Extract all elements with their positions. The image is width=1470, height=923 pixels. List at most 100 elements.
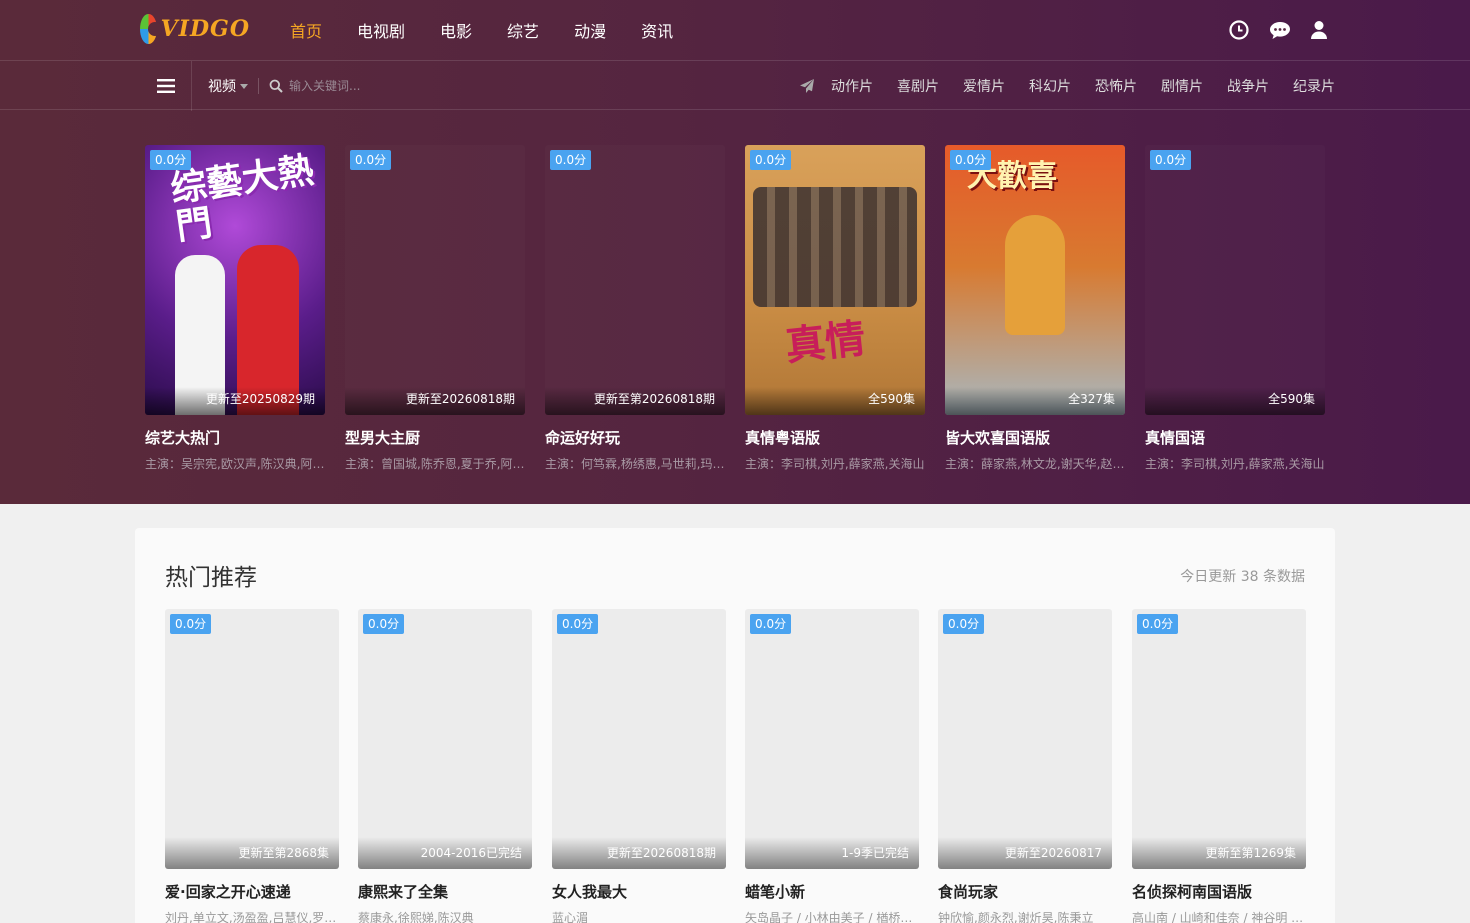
poster[interactable]: 0.0分 更新至20260818期: [552, 609, 726, 869]
recommend-panel: 热门推荐 今日更新 38 条数据 0.0分 更新至第2868集 爱·回家之开心速…: [135, 528, 1335, 923]
logo-text: VIDGO: [160, 16, 250, 42]
poster[interactable]: 综藝大熱門 0.0分 更新至20250829期: [145, 145, 325, 415]
hero-card[interactable]: 0.0分 全590集 真情国语 主演：李司棋,刘丹,薛家燕,关海山: [1145, 145, 1325, 472]
recommend-card[interactable]: 0.0分 更新至20260817 食尚玩家 钟欣愉,颜永烈,谢炘昊,陈秉立: [938, 609, 1112, 923]
recommend-card[interactable]: 0.0分 更新至第2868集 爱·回家之开心速递 刘丹,单立文,汤盈盈,吕慧仪,…: [165, 609, 339, 923]
nav-item-tv[interactable]: 电视剧: [357, 18, 405, 42]
logo-icon: [140, 14, 162, 44]
card-cast: 钟欣愉,颜永烈,谢炘昊,陈秉立: [938, 911, 1094, 923]
score-badge: 0.0分: [557, 614, 599, 635]
card-title[interactable]: 食尚玩家: [938, 881, 1112, 902]
recommend-card[interactable]: 0.0分 1-9季已完结 蜡笔小新 矢岛晶子 / 小林由美子 / 楢桥美纪: [745, 609, 919, 923]
poster[interactable]: 0.0分 全590集: [1145, 145, 1325, 415]
poster[interactable]: 0.0分 更新至20260818期: [345, 145, 525, 415]
update-count: 今日更新 38 条数据: [1180, 569, 1305, 585]
site-logo[interactable]: VIDGO: [140, 12, 250, 46]
nav-item-home[interactable]: 首页: [290, 18, 322, 42]
hero-card[interactable]: 真情 0.0分 全590集 真情粤语版 主演：李司棋,刘丹,薛家燕,关海山: [745, 145, 925, 472]
nav-item-movie[interactable]: 电影: [440, 18, 472, 42]
card-cast: 主演：李司棋,刘丹,薛家燕,关海山: [745, 457, 925, 471]
divider: [258, 78, 259, 94]
score-badge: 0.0分: [170, 614, 212, 635]
score-badge: 0.0分: [943, 614, 985, 635]
poster-art: 真情: [745, 145, 925, 415]
poster[interactable]: 0.0分 更新至第20260818期: [545, 145, 725, 415]
card-title[interactable]: 名侦探柯南国语版: [1132, 881, 1306, 902]
card-title[interactable]: 真情粤语版: [745, 427, 925, 448]
message-icon[interactable]: [1268, 19, 1290, 41]
score-badge: 0.0分: [363, 614, 405, 635]
card-title[interactable]: 真情国语: [1145, 427, 1325, 448]
card-title[interactable]: 皆大欢喜国语版: [945, 427, 1125, 448]
poster[interactable]: 0.0分 1-9季已完结: [745, 609, 919, 869]
card-title[interactable]: 女人我最大: [552, 881, 726, 902]
update-note: 全590集: [868, 392, 915, 406]
poster[interactable]: 真情 0.0分 全590集: [745, 145, 925, 415]
poster-art-text: 综藝大熱門: [168, 149, 317, 249]
poster[interactable]: 0.0分 更新至第1269集: [1132, 609, 1306, 869]
hero-card[interactable]: 0.0分 更新至20260818期 型男大主厨 主演：曾国城,陈乔恩,夏于乔,阿…: [345, 145, 525, 472]
recommend-card[interactable]: 0.0分 更新至第1269集 名侦探柯南国语版 高山南 / 山崎和佳奈 / 神谷…: [1132, 609, 1306, 923]
card-cast: 主演：薛家燕,林文龙,谢天华,赵学而: [945, 457, 1125, 471]
search-icon[interactable]: [269, 79, 283, 93]
hero-slider: 综藝大熱門 0.0分 更新至20250829期 综艺大热门 主演：吴宗宪,欧汉声…: [145, 145, 1325, 475]
paper-plane-icon: [800, 79, 814, 93]
user-icon[interactable]: [1308, 19, 1330, 41]
genre-scifi[interactable]: 科幻片: [1029, 76, 1071, 96]
recommend-card[interactable]: 0.0分 更新至20260818期 女人我最大 蓝心湄: [552, 609, 726, 923]
poster[interactable]: 0.0分 更新至第2868集: [165, 609, 339, 869]
poster[interactable]: 0.0分 2004-2016已完结: [358, 609, 532, 869]
card-cast: 蓝心湄: [552, 911, 589, 923]
search-input[interactable]: [289, 75, 589, 97]
score-badge: 0.0分: [950, 150, 992, 171]
genre-war[interactable]: 战争片: [1227, 76, 1269, 96]
nav-item-variety[interactable]: 综艺: [507, 18, 539, 42]
sub-bar: 视频 动作片 喜剧片 爱情片 科幻片 恐怖片 剧情片 战争片 纪录片: [0, 60, 1470, 111]
nav-item-anime[interactable]: 动漫: [574, 18, 606, 42]
update-note: 2004-2016已完结: [420, 846, 522, 860]
update-note: 更新至第20260818期: [593, 392, 715, 406]
hero-card[interactable]: 0.0分 更新至第20260818期 命运好好玩 主演：何笃霖,杨绣惠,马世莉,…: [545, 145, 725, 472]
history-clock-icon[interactable]: [1228, 19, 1250, 41]
card-title[interactable]: 爱·回家之开心速递: [165, 881, 339, 902]
hero-card[interactable]: 大歡喜 0.0分 全327集 皆大欢喜国语版 主演：薛家燕,林文龙,谢天华,赵学…: [945, 145, 1125, 472]
genre-horror[interactable]: 恐怖片: [1095, 76, 1137, 96]
card-cast: 高山南 / 山崎和佳奈 / 神谷明 / 茅野爱衣: [1132, 911, 1306, 923]
card-cast: 蔡康永,徐熙娣,陈汉典: [358, 911, 474, 923]
card-cast: 矢岛晶子 / 小林由美子 / 楢桥美纪: [745, 911, 919, 923]
hamburger-icon: [156, 79, 175, 93]
recommend-card[interactable]: 0.0分 2004-2016已完结 康熙来了全集 蔡康永,徐熙娣,陈汉典: [358, 609, 532, 923]
card-title[interactable]: 康熙来了全集: [358, 881, 532, 902]
genre-action[interactable]: 动作片: [831, 76, 873, 96]
poster[interactable]: 0.0分 更新至20260817: [938, 609, 1112, 869]
update-note: 更新至20260817: [1004, 846, 1102, 860]
card-cast: 主演：曾国城,陈乔恩,夏于乔,阿Ken: [345, 457, 525, 471]
card-cast: 刘丹,单立文,汤盈盈,吕慧仪,罗乐林: [165, 911, 339, 923]
card-title[interactable]: 型男大主厨: [345, 427, 525, 448]
card-cast: 主演：李司棋,刘丹,薛家燕,关海山: [1145, 457, 1325, 471]
nav-item-news[interactable]: 资讯: [641, 18, 673, 42]
genre-comedy[interactable]: 喜剧片: [897, 76, 939, 96]
genre-drama[interactable]: 剧情片: [1161, 76, 1203, 96]
update-note: 更新至20260818期: [606, 846, 716, 860]
score-badge: 0.0分: [150, 150, 192, 171]
score-badge: 0.0分: [1137, 614, 1179, 635]
card-title[interactable]: 蜡笔小新: [745, 881, 919, 902]
genre-romance[interactable]: 爱情片: [963, 76, 1005, 96]
card-title[interactable]: 综艺大热门: [145, 427, 325, 448]
update-note: 更新至20260818期: [405, 392, 515, 406]
update-note: 1-9季已完结: [841, 846, 909, 860]
card-cast: 主演：何笃霖,杨绣惠,马世莉,玛丽亚: [545, 457, 725, 471]
caret-down-icon: [240, 83, 248, 89]
poster-art: 综藝大熱門: [145, 145, 325, 415]
genre-documentary[interactable]: 纪录片: [1293, 76, 1335, 96]
menu-button[interactable]: [140, 61, 192, 111]
card-title[interactable]: 命运好好玩: [545, 427, 725, 448]
update-note: 更新至20250829期: [205, 392, 315, 406]
score-badge: 0.0分: [350, 150, 392, 171]
hero-card[interactable]: 综藝大熱門 0.0分 更新至20250829期 综艺大热门 主演：吴宗宪,欧汉声…: [145, 145, 325, 472]
genre-nav: 动作片 喜剧片 爱情片 科幻片 恐怖片 剧情片 战争片 纪录片: [799, 61, 1335, 111]
poster[interactable]: 大歡喜 0.0分 全327集: [945, 145, 1125, 415]
main-nav: 首页 电视剧 电影 综艺 动漫 资讯: [290, 0, 708, 60]
search-category-select[interactable]: 视频: [208, 76, 248, 96]
